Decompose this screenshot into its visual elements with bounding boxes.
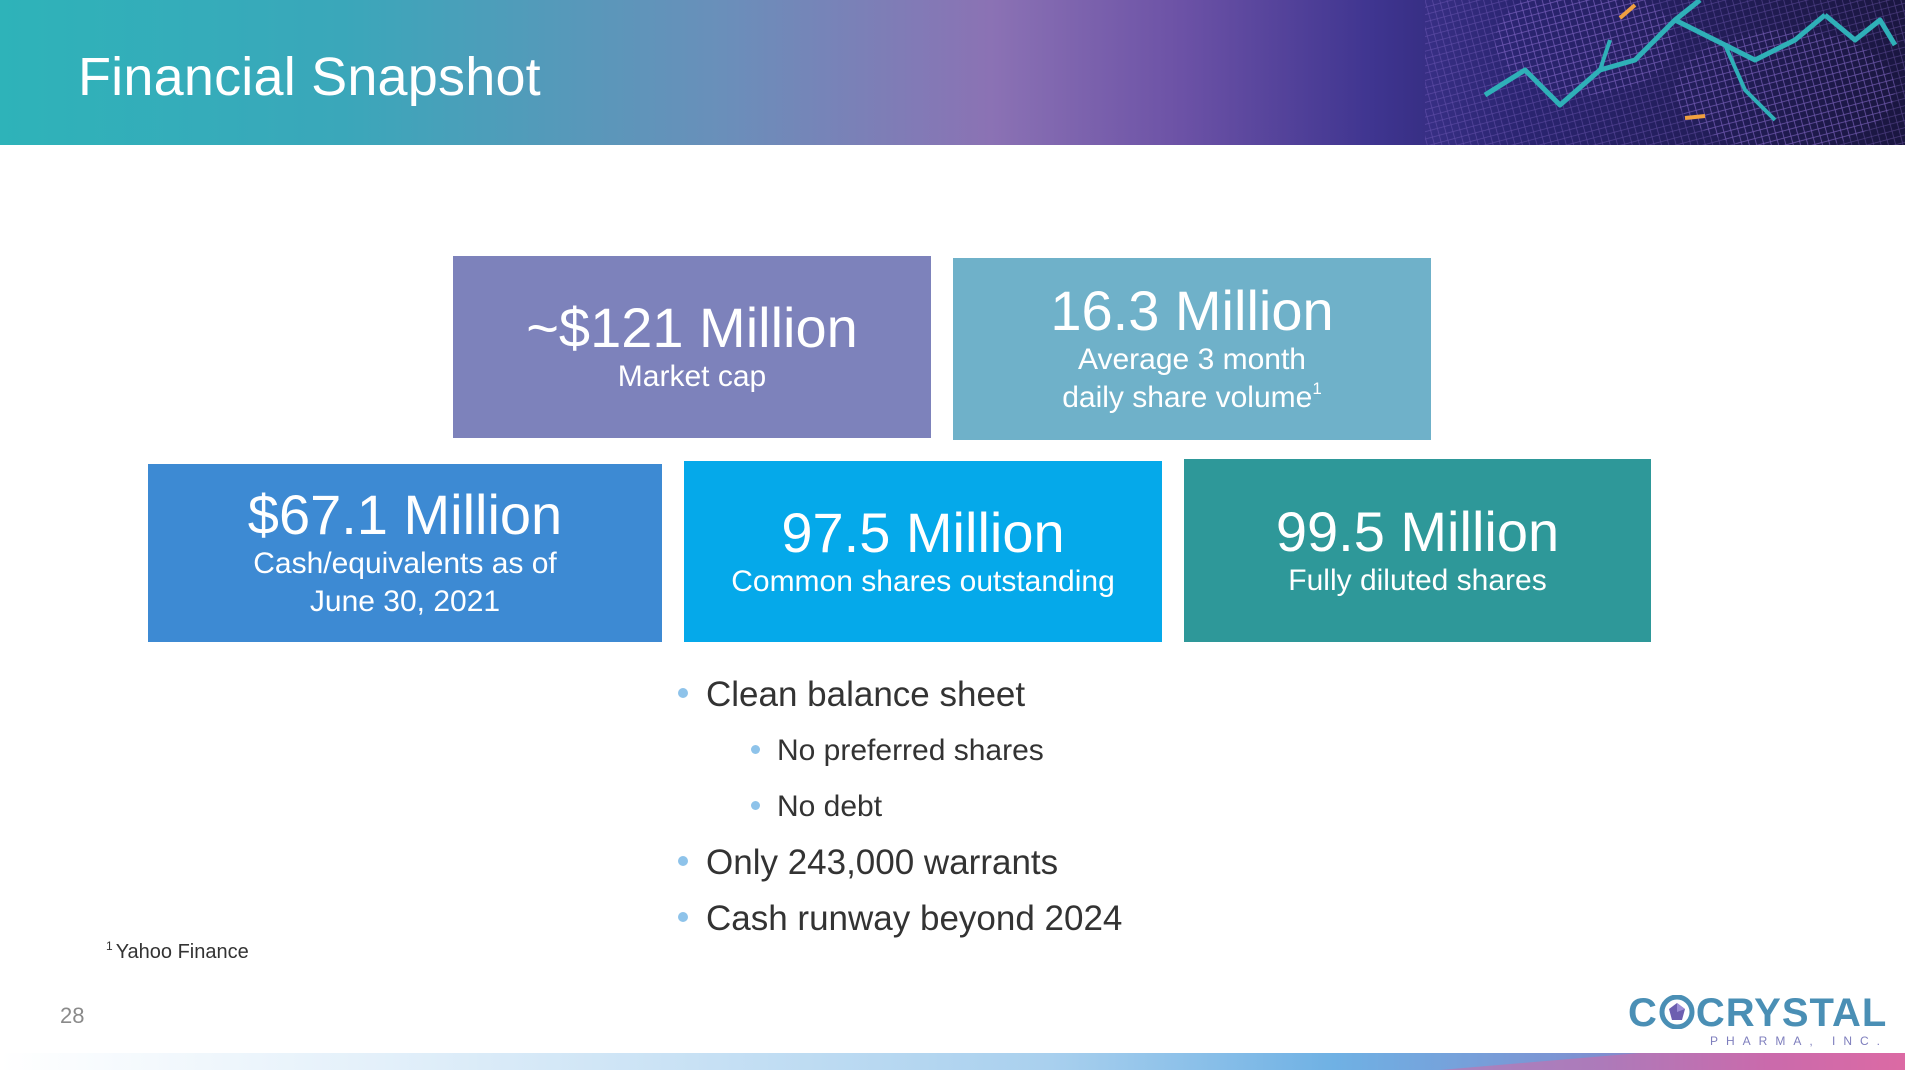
logo-letters-crystal: CRYSTAL (1695, 991, 1888, 1035)
share-volume-footnote-marker: 1 (1312, 379, 1322, 398)
bullet-list: Clean balance sheet No preferred shares … (676, 672, 1376, 952)
share-volume-value: 16.3 Million (1050, 279, 1334, 342)
slide: Financial Snapshot ~$121 Million Market … (0, 0, 1905, 1070)
cash-label-line1: Cash/equivalents as of (253, 547, 557, 580)
bullet-text: Clean balance sheet (706, 675, 1026, 714)
sub-bullet-item: No preferred shares (676, 728, 1376, 784)
share-volume-label-line1: Average 3 month (1078, 343, 1306, 376)
diluted-shares-value: 99.5 Million (1275, 499, 1560, 563)
footnote-marker: 1 (106, 939, 113, 953)
bullet-dot-icon (678, 912, 688, 922)
share-volume-label-line2: daily share volume1 (1062, 379, 1322, 417)
bullet-text: No debt (777, 790, 883, 823)
bullet-item: Cash runway beyond 2024 (676, 896, 1376, 952)
bullet-text: Cash runway beyond 2024 (706, 899, 1123, 938)
bottom-accent-wedge (1440, 1053, 1905, 1070)
bullet-dot-icon (751, 745, 760, 754)
common-shares-box: 97.5 Million Common shares outstanding (684, 461, 1162, 642)
cash-value: $67.1 Million (247, 483, 563, 546)
bullet-dot-icon (751, 801, 760, 810)
bullet-text: Only 243,000 warrants (706, 843, 1059, 882)
share-volume-label-text: daily share volume (1062, 381, 1313, 414)
cash-label-line2: June 30, 2021 (309, 585, 501, 618)
market-cap-label: Market cap (617, 360, 767, 393)
footnote: 1 Yahoo Finance (106, 939, 249, 964)
market-cap-box: ~$121 Million Market cap (453, 256, 931, 438)
crystal-gem-icon (1659, 995, 1695, 1029)
bullet-item: Only 243,000 warrants (676, 840, 1376, 896)
page-number: 28 (60, 1003, 85, 1028)
common-shares-label: Common shares outstanding (731, 564, 1115, 598)
market-cap-value: ~$121 Million (526, 296, 858, 359)
sub-bullet-item: No debt (676, 784, 1376, 840)
logo-wordmark: C CRYSTAL (1628, 990, 1887, 1036)
share-volume-box: 16.3 Million Average 3 month daily share… (953, 258, 1431, 440)
bullet-text: No preferred shares (777, 734, 1044, 767)
diluted-shares-label: Fully diluted shares (1288, 563, 1547, 597)
common-shares-value: 97.5 Million (781, 500, 1065, 564)
cash-box: $67.1 Million Cash/equivalents as of Jun… (148, 464, 662, 642)
bullet-dot-icon (678, 688, 688, 698)
slide-title: Financial Snapshot (78, 47, 541, 107)
diluted-shares-box: 99.5 Million Fully diluted shares (1184, 459, 1651, 642)
molecule-art-icon (1425, 0, 1905, 145)
bullet-dot-icon (678, 856, 688, 866)
footnote-text: Yahoo Finance (115, 941, 249, 963)
bullet-item: Clean balance sheet (676, 672, 1376, 728)
logo-letter-c: C (1628, 991, 1658, 1035)
